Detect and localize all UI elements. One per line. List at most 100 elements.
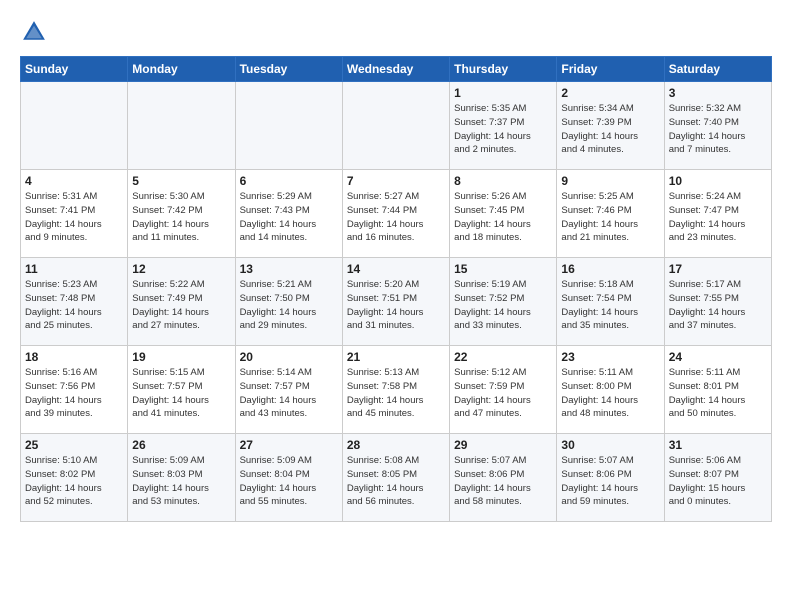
calendar-cell: 18 Sunrise: 5:16 AM Sunset: 7:56 PM Dayli…	[21, 346, 128, 434]
calendar-cell	[235, 82, 342, 170]
day-number: 21	[347, 350, 445, 364]
weekday-header-tuesday: Tuesday	[235, 57, 342, 82]
day-info: Sunrise: 5:17 AM Sunset: 7:55 PM Dayligh…	[669, 278, 767, 333]
calendar-cell: 26 Sunrise: 5:09 AM Sunset: 8:03 PM Dayli…	[128, 434, 235, 522]
day-info: Sunrise: 5:16 AM Sunset: 7:56 PM Dayligh…	[25, 366, 123, 421]
week-row-3: 11 Sunrise: 5:23 AM Sunset: 7:48 PM Dayli…	[21, 258, 772, 346]
day-info: Sunrise: 5:32 AM Sunset: 7:40 PM Dayligh…	[669, 102, 767, 157]
weekday-header-friday: Friday	[557, 57, 664, 82]
day-info: Sunrise: 5:21 AM Sunset: 7:50 PM Dayligh…	[240, 278, 338, 333]
day-info: Sunrise: 5:11 AM Sunset: 8:00 PM Dayligh…	[561, 366, 659, 421]
calendar-cell: 4 Sunrise: 5:31 AM Sunset: 7:41 PM Daylig…	[21, 170, 128, 258]
day-number: 7	[347, 174, 445, 188]
day-number: 18	[25, 350, 123, 364]
calendar-cell: 3Sunrise: 5:32 AM Sunset: 7:40 PM Daylig…	[664, 82, 771, 170]
day-number: 30	[561, 438, 659, 452]
calendar-cell: 9Sunrise: 5:25 AM Sunset: 7:46 PM Daylig…	[557, 170, 664, 258]
day-info: Sunrise: 5:31 AM Sunset: 7:41 PM Dayligh…	[25, 190, 123, 245]
day-info: Sunrise: 5:26 AM Sunset: 7:45 PM Dayligh…	[454, 190, 552, 245]
weekday-header-row: SundayMondayTuesdayWednesdayThursdayFrid…	[21, 57, 772, 82]
calendar-cell: 19Sunrise: 5:15 AM Sunset: 7:57 PM Dayli…	[128, 346, 235, 434]
calendar-cell: 30 Sunrise: 5:07 AM Sunset: 8:06 PM Dayli…	[557, 434, 664, 522]
calendar-cell: 22 Sunrise: 5:12 AM Sunset: 7:59 PM Dayli…	[450, 346, 557, 434]
calendar-cell: 28 Sunrise: 5:08 AM Sunset: 8:05 PM Dayli…	[342, 434, 449, 522]
calendar-cell: 6 Sunrise: 5:29 AM Sunset: 7:43 PM Daylig…	[235, 170, 342, 258]
day-info: Sunrise: 5:08 AM Sunset: 8:05 PM Dayligh…	[347, 454, 445, 509]
day-number: 17	[669, 262, 767, 276]
day-info: Sunrise: 5:19 AM Sunset: 7:52 PM Dayligh…	[454, 278, 552, 333]
day-info: Sunrise: 5:23 AM Sunset: 7:48 PM Dayligh…	[25, 278, 123, 333]
calendar-cell: 20 Sunrise: 5:14 AM Sunset: 7:57 PM Dayli…	[235, 346, 342, 434]
day-info: Sunrise: 5:18 AM Sunset: 7:54 PM Dayligh…	[561, 278, 659, 333]
logo	[20, 18, 52, 46]
page: SundayMondayTuesdayWednesdayThursdayFrid…	[0, 0, 792, 536]
day-number: 1	[454, 86, 552, 100]
day-info: Sunrise: 5:12 AM Sunset: 7:59 PM Dayligh…	[454, 366, 552, 421]
day-info: Sunrise: 5:27 AM Sunset: 7:44 PM Dayligh…	[347, 190, 445, 245]
calendar-cell: 11 Sunrise: 5:23 AM Sunset: 7:48 PM Dayli…	[21, 258, 128, 346]
day-number: 14	[347, 262, 445, 276]
calendar-cell: 8 Sunrise: 5:26 AM Sunset: 7:45 PM Daylig…	[450, 170, 557, 258]
weekday-header-monday: Monday	[128, 57, 235, 82]
day-number: 11	[25, 262, 123, 276]
day-number: 10	[669, 174, 767, 188]
header	[20, 18, 772, 46]
calendar-cell: 10 Sunrise: 5:24 AM Sunset: 7:47 PM Dayli…	[664, 170, 771, 258]
calendar-cell: 15 Sunrise: 5:19 AM Sunset: 7:52 PM Dayli…	[450, 258, 557, 346]
week-row-1: 1 Sunrise: 5:35 AM Sunset: 7:37 PM Daylig…	[21, 82, 772, 170]
day-info: Sunrise: 5:07 AM Sunset: 8:06 PM Dayligh…	[454, 454, 552, 509]
calendar-cell: 24Sunrise: 5:11 AM Sunset: 8:01 PM Dayli…	[664, 346, 771, 434]
calendar-cell: 2 Sunrise: 5:34 AM Sunset: 7:39 PM Daylig…	[557, 82, 664, 170]
calendar-cell: 16 Sunrise: 5:18 AM Sunset: 7:54 PM Dayli…	[557, 258, 664, 346]
day-info: Sunrise: 5:13 AM Sunset: 7:58 PM Dayligh…	[347, 366, 445, 421]
calendar-cell: 21 Sunrise: 5:13 AM Sunset: 7:58 PM Dayli…	[342, 346, 449, 434]
calendar-cell	[342, 82, 449, 170]
day-info: Sunrise: 5:30 AM Sunset: 7:42 PM Dayligh…	[132, 190, 230, 245]
week-row-4: 18 Sunrise: 5:16 AM Sunset: 7:56 PM Dayli…	[21, 346, 772, 434]
calendar-cell	[128, 82, 235, 170]
day-number: 27	[240, 438, 338, 452]
calendar-cell	[21, 82, 128, 170]
calendar-cell: 7 Sunrise: 5:27 AM Sunset: 7:44 PM Daylig…	[342, 170, 449, 258]
day-number: 13	[240, 262, 338, 276]
day-number: 15	[454, 262, 552, 276]
day-info: Sunrise: 5:29 AM Sunset: 7:43 PM Dayligh…	[240, 190, 338, 245]
weekday-header-saturday: Saturday	[664, 57, 771, 82]
day-number: 8	[454, 174, 552, 188]
day-info: Sunrise: 5:10 AM Sunset: 8:02 PM Dayligh…	[25, 454, 123, 509]
week-row-2: 4 Sunrise: 5:31 AM Sunset: 7:41 PM Daylig…	[21, 170, 772, 258]
day-number: 20	[240, 350, 338, 364]
calendar-cell: 25 Sunrise: 5:10 AM Sunset: 8:02 PM Dayli…	[21, 434, 128, 522]
day-info: Sunrise: 5:34 AM Sunset: 7:39 PM Dayligh…	[561, 102, 659, 157]
calendar-cell: 1 Sunrise: 5:35 AM Sunset: 7:37 PM Daylig…	[450, 82, 557, 170]
day-number: 6	[240, 174, 338, 188]
day-number: 23	[561, 350, 659, 364]
day-info: Sunrise: 5:35 AM Sunset: 7:37 PM Dayligh…	[454, 102, 552, 157]
calendar-cell: 17 Sunrise: 5:17 AM Sunset: 7:55 PM Dayli…	[664, 258, 771, 346]
day-number: 5	[132, 174, 230, 188]
day-number: 22	[454, 350, 552, 364]
day-number: 26	[132, 438, 230, 452]
day-info: Sunrise: 5:14 AM Sunset: 7:57 PM Dayligh…	[240, 366, 338, 421]
day-number: 25	[25, 438, 123, 452]
weekday-header-wednesday: Wednesday	[342, 57, 449, 82]
day-number: 24	[669, 350, 767, 364]
logo-icon	[20, 18, 48, 46]
weekday-header-thursday: Thursday	[450, 57, 557, 82]
calendar-cell: 29Sunrise: 5:07 AM Sunset: 8:06 PM Dayli…	[450, 434, 557, 522]
day-info: Sunrise: 5:09 AM Sunset: 8:04 PM Dayligh…	[240, 454, 338, 509]
week-row-5: 25 Sunrise: 5:10 AM Sunset: 8:02 PM Dayli…	[21, 434, 772, 522]
day-info: Sunrise: 5:20 AM Sunset: 7:51 PM Dayligh…	[347, 278, 445, 333]
calendar-cell: 31Sunrise: 5:06 AM Sunset: 8:07 PM Dayli…	[664, 434, 771, 522]
calendar-cell: 5 Sunrise: 5:30 AM Sunset: 7:42 PM Daylig…	[128, 170, 235, 258]
day-number: 16	[561, 262, 659, 276]
day-info: Sunrise: 5:07 AM Sunset: 8:06 PM Dayligh…	[561, 454, 659, 509]
day-number: 4	[25, 174, 123, 188]
day-number: 28	[347, 438, 445, 452]
day-number: 2	[561, 86, 659, 100]
day-number: 9	[561, 174, 659, 188]
day-info: Sunrise: 5:24 AM Sunset: 7:47 PM Dayligh…	[669, 190, 767, 245]
calendar-cell: 27 Sunrise: 5:09 AM Sunset: 8:04 PM Dayli…	[235, 434, 342, 522]
day-number: 12	[132, 262, 230, 276]
day-info: Sunrise: 5:09 AM Sunset: 8:03 PM Dayligh…	[132, 454, 230, 509]
